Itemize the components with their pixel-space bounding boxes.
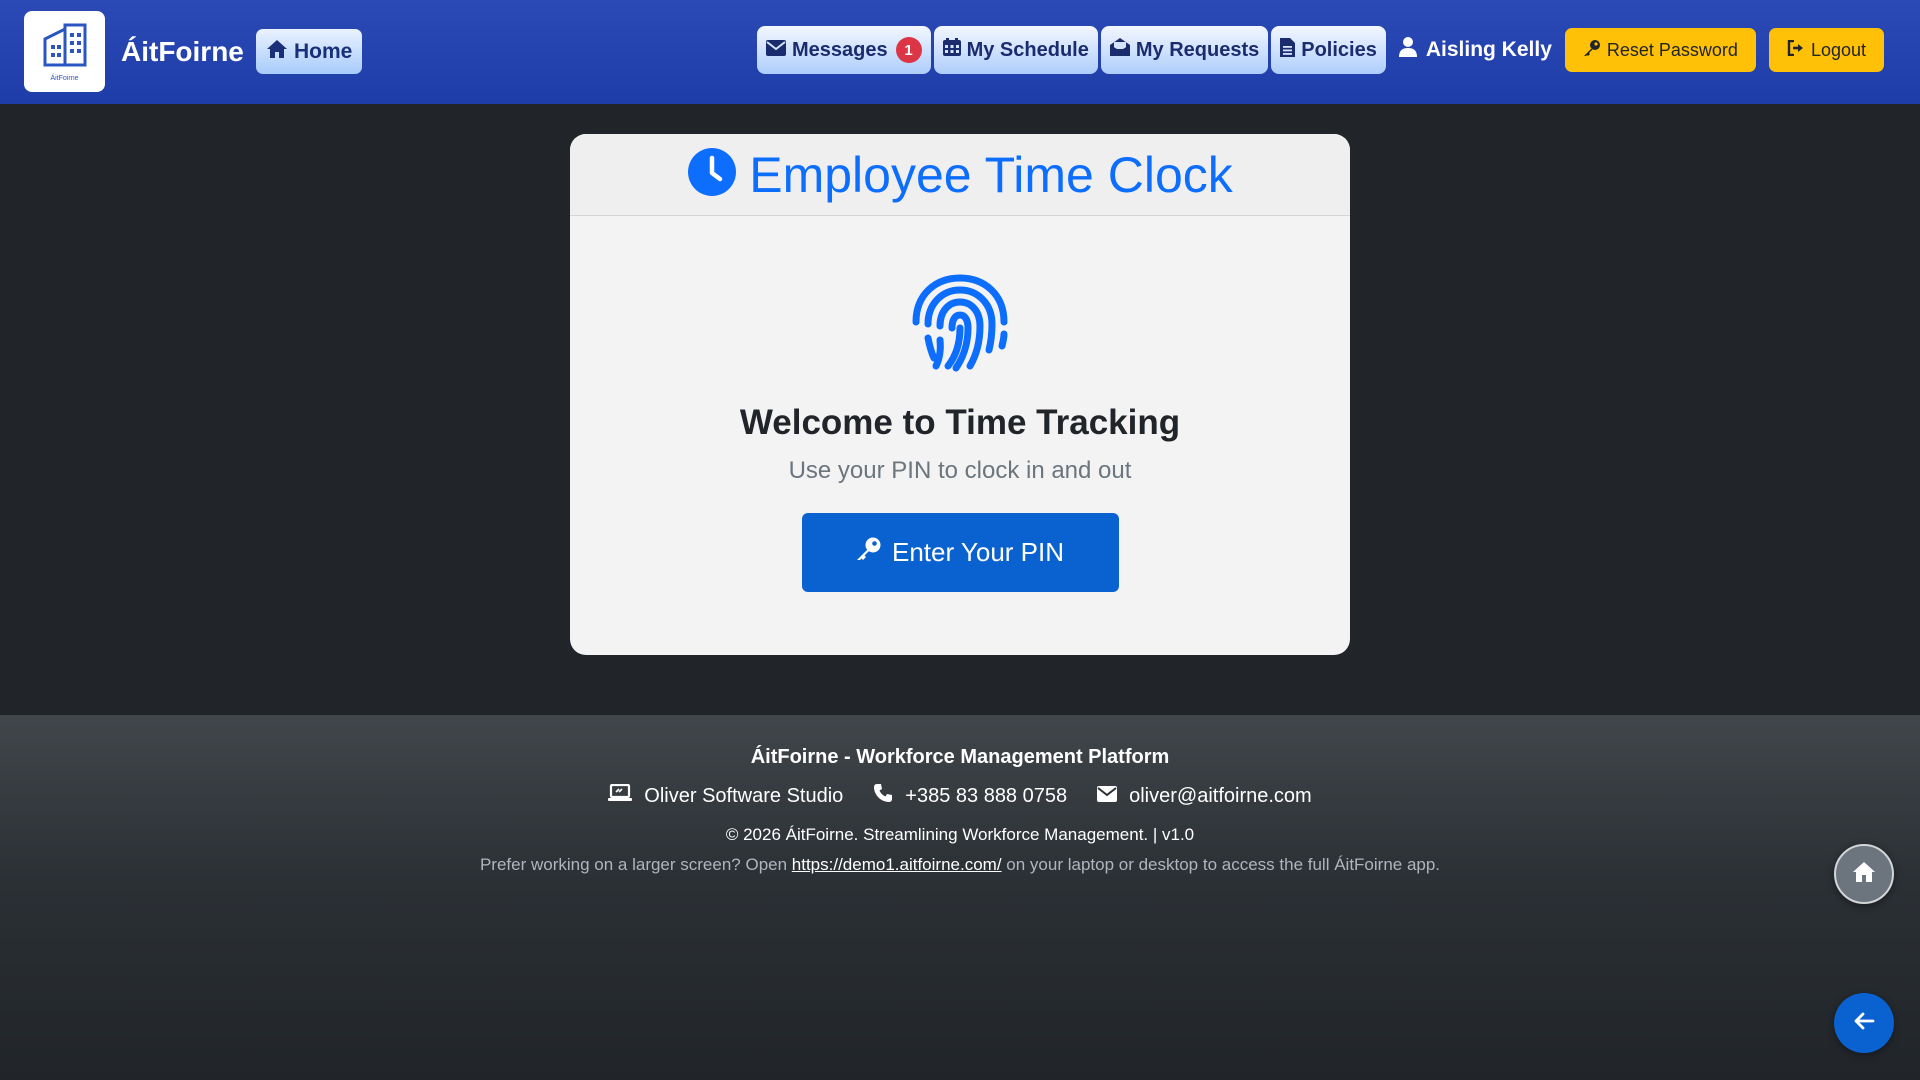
footer-email[interactable]: oliver@aitfoirne.com: [1097, 785, 1312, 808]
key-icon: [856, 536, 882, 569]
footer-note-after: on your laptop or desktop to access the …: [1001, 855, 1441, 874]
file-icon: [1280, 37, 1296, 63]
footer-title: ÁitFoirne - Workforce Management Platfor…: [750, 746, 1170, 768]
schedule-nav-label: My Schedule: [966, 38, 1089, 61]
footer-company-label: Oliver Software Studio: [644, 784, 844, 807]
navbar-actions: Messages 1 My Schedule My Requests Polic…: [756, 26, 1884, 74]
time-clock-card: Employee Time Clock Welcome to Time Trac…: [570, 134, 1350, 655]
enter-pin-label: Enter Your PIN: [892, 537, 1064, 567]
policies-nav-button[interactable]: Policies: [1271, 26, 1386, 74]
floating-home-button[interactable]: [1834, 844, 1894, 904]
home-icon: [266, 39, 288, 65]
card-body: Welcome to Time Tracking Use your PIN to…: [570, 216, 1350, 592]
schedule-nav-button[interactable]: My Schedule: [933, 26, 1098, 74]
home-icon: [1852, 861, 1876, 888]
footer-app-link[interactable]: https://demo1.aitfoirne.com/: [792, 855, 1002, 874]
reset-password-button[interactable]: Reset Password: [1564, 28, 1756, 72]
clock-icon: [687, 147, 737, 202]
footer-email-label: oliver@aitfoirne.com: [1129, 784, 1312, 807]
card-header: Employee Time Clock: [570, 134, 1350, 216]
footer-phone[interactable]: +385 83 888 0758: [873, 783, 1067, 809]
key-icon: [1583, 39, 1601, 62]
footer-company: Oliver Software Studio: [608, 783, 844, 808]
requests-nav-label: My Requests: [1135, 38, 1260, 61]
home-nav-label: Home: [294, 39, 353, 63]
phone-icon: [873, 783, 893, 809]
arrow-left-icon: [1853, 1012, 1875, 1035]
welcome-subtitle: Use your PIN to clock in and out: [788, 457, 1132, 484]
user-icon: [1398, 37, 1417, 63]
envelope-icon: [765, 39, 786, 62]
footer-note: Prefer working on a larger screen? Open …: [480, 855, 1440, 875]
user-menu[interactable]: Aisling Kelly: [1398, 37, 1552, 63]
reset-password-label: Reset Password: [1606, 39, 1738, 60]
floating-back-button[interactable]: [1834, 993, 1894, 1053]
requests-nav-button[interactable]: My Requests: [1100, 26, 1269, 74]
welcome-title: Welcome to Time Tracking: [739, 403, 1181, 442]
calendar-icon: [942, 38, 961, 62]
footer-note-before: Prefer working on a larger screen? Open: [479, 855, 792, 874]
card-title: Employee Time Clock: [749, 146, 1233, 203]
logout-label: Logout: [1810, 39, 1866, 60]
brand-logo-caption: ÁitFoirne: [50, 75, 79, 82]
messages-nav-button[interactable]: Messages 1: [756, 26, 931, 74]
top-navbar: ÁitFoirne ÁitFoirne Home Messages 1 My S…: [0, 0, 1920, 104]
policies-nav-label: Policies: [1301, 38, 1377, 61]
laptop-icon: [608, 783, 633, 808]
user-name: Aisling Kelly: [1425, 38, 1552, 61]
building-icon: [41, 21, 89, 74]
sign-out-icon: [1787, 39, 1805, 61]
messages-count-badge: 1: [895, 37, 922, 63]
brand-name: ÁitFoirne: [121, 35, 244, 67]
logout-button[interactable]: Logout: [1768, 28, 1884, 72]
brand[interactable]: ÁitFoirne ÁitFoirne: [24, 11, 244, 92]
envelope-open-icon: [1109, 38, 1131, 62]
brand-logo: ÁitFoirne: [24, 11, 105, 92]
home-nav-button[interactable]: Home: [256, 29, 363, 74]
messages-nav-label: Messages: [791, 38, 888, 61]
footer: ÁitFoirne - Workforce Management Platfor…: [0, 715, 1920, 1080]
footer-contacts: Oliver Software Studio +385 83 888 0758 …: [608, 783, 1312, 809]
fingerprint-icon: [908, 272, 1012, 379]
envelope-icon: [1097, 785, 1118, 808]
footer-phone-label: +385 83 888 0758: [905, 784, 1068, 807]
footer-copyright: © 2026 ÁitFoirne. Streamlining Workforce…: [725, 825, 1195, 844]
enter-pin-button[interactable]: Enter Your PIN: [801, 513, 1119, 592]
